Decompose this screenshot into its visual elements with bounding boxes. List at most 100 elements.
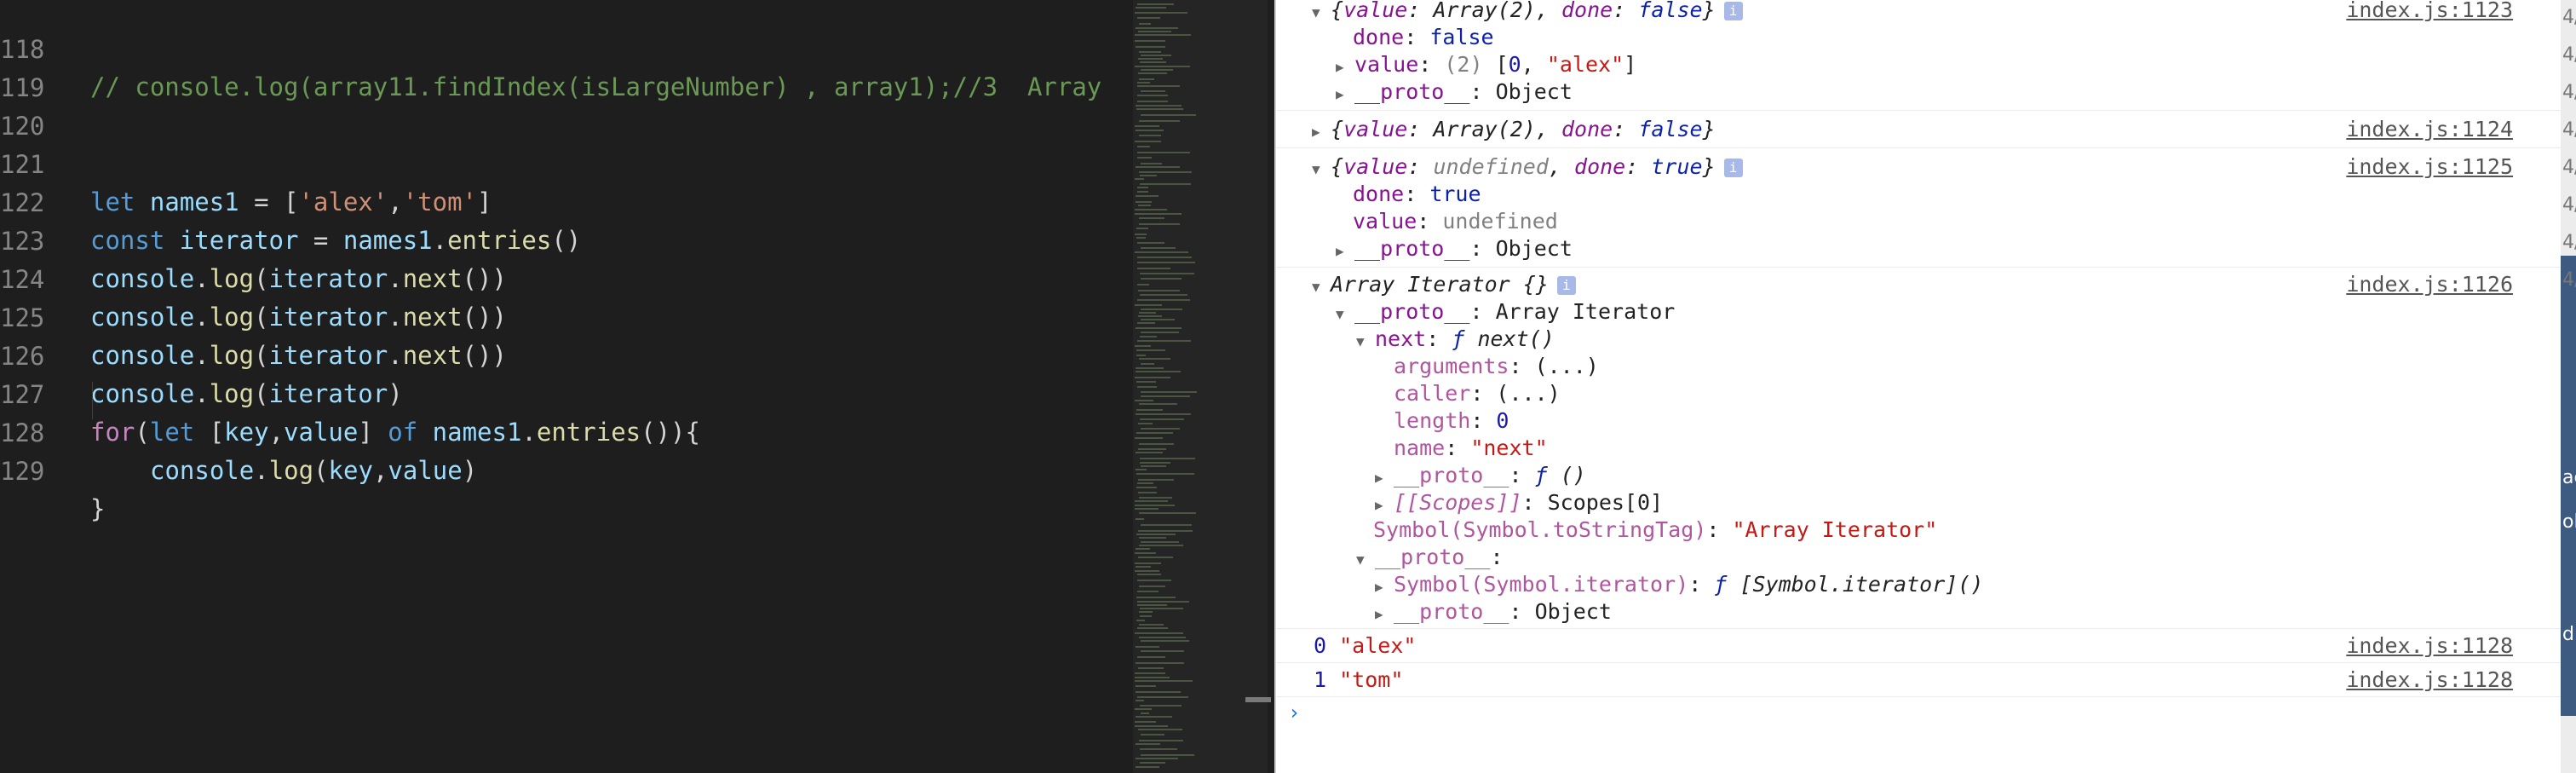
expand-right-icon[interactable]: ▶ — [1375, 492, 1394, 519]
minimap-line — [1139, 120, 1180, 122]
expand-down-icon[interactable]: ▼ — [1336, 301, 1354, 328]
minimap-line — [1141, 465, 1166, 467]
minimap-line — [1140, 458, 1195, 459]
property-row[interactable]: ▶ __proto__: Object — [1375, 598, 1612, 626]
minimap-line — [1136, 201, 1152, 203]
minimap-line — [1135, 437, 1163, 439]
object-summary[interactable]: ▶ {value: Array(2), done: false} — [1312, 116, 1716, 143]
expand-right-icon[interactable]: ▶ — [1336, 54, 1354, 81]
minimap-line — [1136, 452, 1163, 453]
minimap-line — [1136, 413, 1191, 415]
minimap-line — [1139, 586, 1165, 587]
minimap-line — [1137, 580, 1171, 581]
minimap-line — [1136, 195, 1159, 197]
edge-text: ac — [2562, 467, 2576, 488]
devtools-console[interactable]: ▼ {value: Array(2), done: false} i index.j… — [1274, 0, 2561, 773]
minimap-line — [1137, 284, 1149, 286]
object-summary[interactable]: ▼ {value: undefined, done: true} i — [1312, 153, 1743, 181]
minimap-line — [1141, 541, 1179, 543]
property-row[interactable]: ▶ __proto__: ƒ () — [1375, 462, 1586, 489]
source-link[interactable]: index.js:1126 — [2346, 271, 2513, 298]
expand-down-icon[interactable]: ▼ — [1312, 274, 1331, 301]
minimap-line — [1136, 432, 1173, 434]
minimap-line — [1141, 650, 1184, 652]
minimap-line — [1136, 766, 1159, 768]
console-message[interactable]: 0 "alex" index.js:1128 — [1276, 629, 2561, 663]
minimap-line — [1139, 537, 1166, 539]
minimap-line — [1135, 377, 1170, 378]
minimap-line — [1138, 530, 1193, 532]
minimap-line — [1141, 332, 1179, 333]
console-message[interactable]: ▶ {value: Array(2), done: false} index.js… — [1276, 111, 2561, 148]
minimap-line — [1137, 340, 1191, 342]
minimap-line — [1138, 72, 1167, 74]
minimap-line — [1136, 716, 1172, 718]
minimap-line — [1139, 217, 1164, 219]
property-row[interactable]: ▶ [[Scopes]]: Scopes[0] — [1375, 489, 1663, 516]
minimap-line — [1135, 251, 1188, 253]
console-message[interactable]: ▼ {value: Array(2), done: false} i index.j… — [1276, 0, 2561, 111]
minimap[interactable] — [1133, 0, 1268, 773]
minimap-line — [1136, 27, 1178, 29]
property-row[interactable]: ▶ Symbol(Symbol.iterator): ƒ [Symbol.iter… — [1375, 571, 1983, 598]
code-line-129: 129 } — [0, 415, 1133, 523]
minimap-line — [1136, 518, 1144, 520]
property-row: done: false — [1353, 25, 1494, 49]
console-prompt[interactable]: › — [1288, 701, 1300, 724]
minimap-line — [1137, 95, 1168, 96]
punctuation: , — [372, 456, 388, 485]
identifier: key — [328, 456, 373, 485]
minimap-line — [1140, 294, 1187, 296]
code-editor[interactable]: 118 // console.log(array11.findIndex(isL… — [0, 0, 1274, 773]
code-line-123: 123 console.log(iterator.next()) — [0, 185, 1133, 293]
property-row[interactable]: ▶ value: (2) [0, "alex"] — [1336, 51, 1636, 78]
expand-down-icon[interactable]: ▼ — [1312, 0, 1331, 26]
minimap-line — [1137, 268, 1170, 269]
property-row[interactable]: ▶ __proto__: Object — [1336, 235, 1573, 262]
expand-right-icon[interactable]: ▶ — [1375, 574, 1394, 601]
editor-scrollbar[interactable] — [1245, 697, 1271, 702]
property-row[interactable]: ▶ __proto__: Object — [1336, 78, 1573, 106]
source-link[interactable]: index.js:1128 — [2346, 666, 2513, 694]
object-summary[interactable]: ▼ Array Iterator {} i — [1312, 271, 1576, 298]
minimap-line — [1135, 66, 1190, 67]
identifier: value — [388, 456, 463, 485]
expand-right-icon[interactable]: ▶ — [1375, 464, 1394, 492]
minimap-line — [1139, 171, 1192, 173]
minimap-line — [1136, 469, 1147, 470]
minimap-line — [1137, 322, 1155, 324]
source-link[interactable]: index.js:1123 — [2346, 0, 2513, 24]
minimap-line — [1136, 662, 1184, 664]
minimap-line — [1138, 729, 1182, 730]
minimap-line — [1137, 601, 1189, 603]
property-row[interactable]: ▼ __proto__: Array Iterator — [1336, 298, 1675, 326]
property-row[interactable]: ▼ next: ƒ next() — [1356, 326, 1555, 353]
minimap-line — [1136, 46, 1165, 48]
function-name: log — [268, 456, 314, 485]
console-message[interactable]: 1 "tom" index.js:1128 — [1276, 663, 2561, 697]
info-icon[interactable]: i — [1723, 159, 1743, 177]
code-line-128: 128 console.log(key,value) — [0, 377, 1133, 485]
info-icon[interactable]: i — [1556, 276, 1576, 295]
minimap-line — [1140, 183, 1191, 185]
minimap-line — [1138, 31, 1171, 32]
expand-down-icon[interactable]: ▼ — [1356, 546, 1375, 574]
expand-down-icon[interactable]: ▼ — [1356, 328, 1375, 355]
expand-right-icon[interactable]: ▶ — [1336, 81, 1354, 108]
minimap-line — [1136, 367, 1164, 369]
expand-down-icon[interactable]: ▼ — [1312, 156, 1331, 183]
source-link[interactable]: index.js:1124 — [2346, 116, 2513, 143]
minimap-line — [1137, 157, 1152, 159]
property-row[interactable]: ▼ __proto__: — [1356, 544, 1504, 571]
info-icon[interactable]: i — [1723, 2, 1743, 20]
expand-right-icon[interactable]: ▶ — [1336, 238, 1354, 265]
console-message[interactable]: ▼ Array Iterator {} i index.js:1126 ▼ __pro… — [1276, 268, 2561, 629]
expand-right-icon[interactable]: ▶ — [1375, 601, 1394, 628]
minimap-line — [1139, 223, 1180, 225]
minimap-line — [1141, 247, 1176, 249]
source-link[interactable]: index.js:1128 — [2346, 632, 2513, 660]
console-message[interactable]: ▼ {value: undefined, done: true} i index.j… — [1276, 148, 2561, 268]
expand-right-icon[interactable]: ▶ — [1312, 118, 1331, 146]
object-summary[interactable]: ▼ {value: Array(2), done: false} i — [1312, 0, 1743, 24]
source-link[interactable]: index.js:1125 — [2346, 153, 2513, 181]
